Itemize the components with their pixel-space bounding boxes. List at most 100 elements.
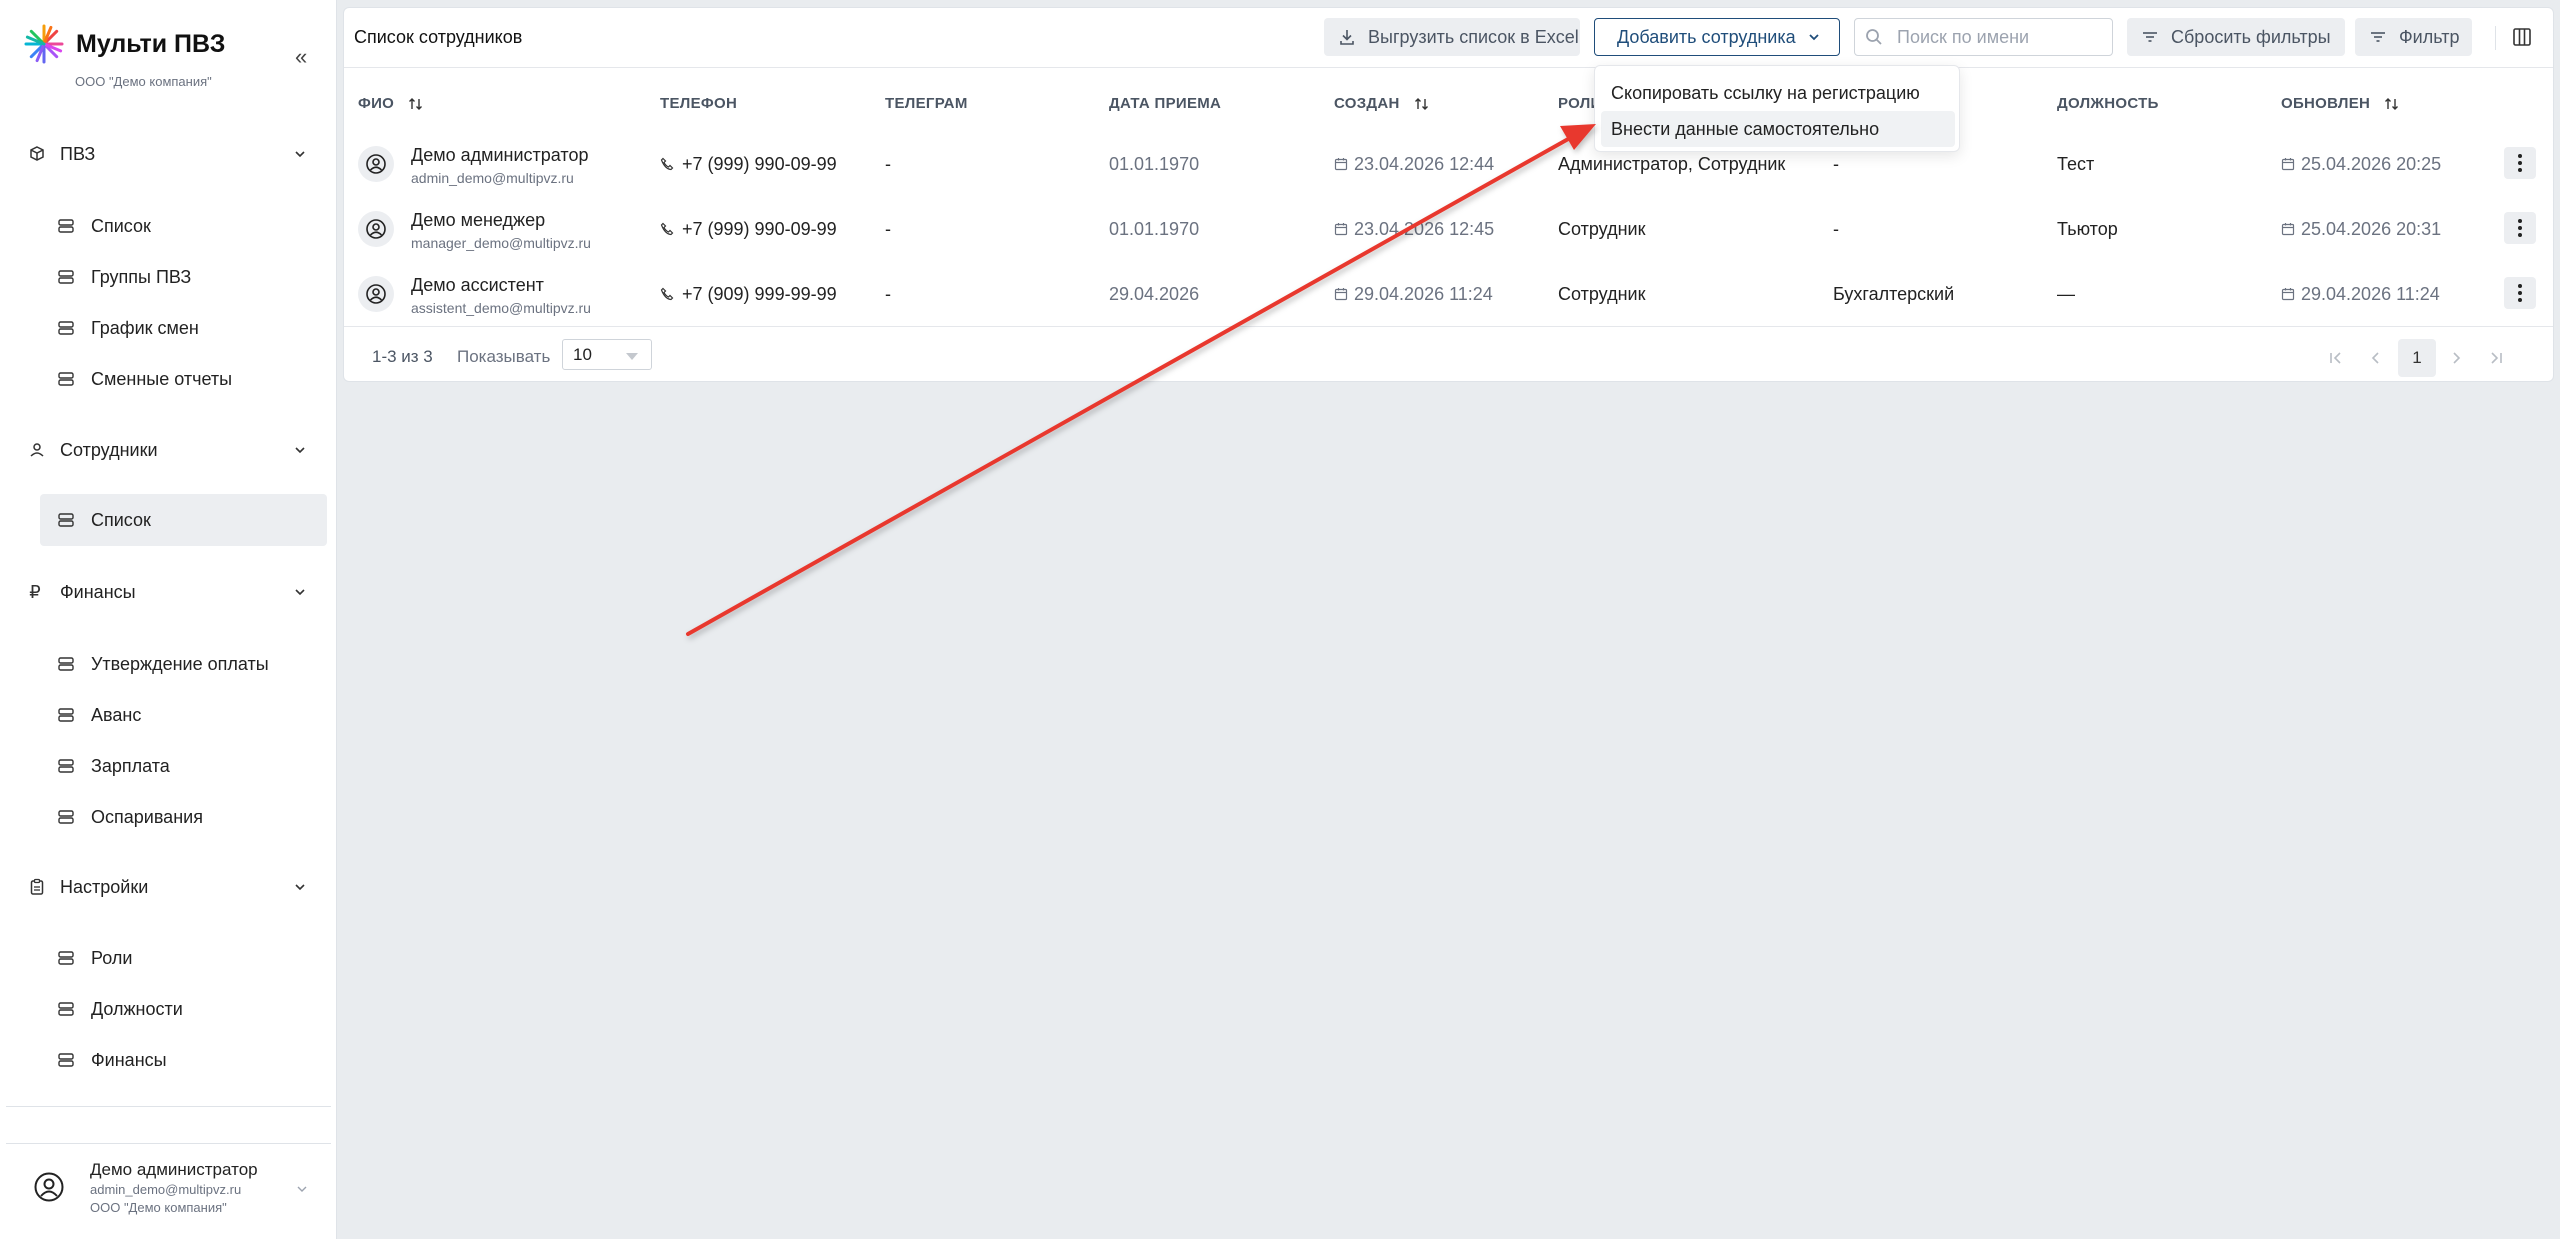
- sidebar-item-advance[interactable]: Аванс: [40, 689, 327, 741]
- column-header-label: СОЗДАН: [1334, 95, 1400, 112]
- nav-group-pvz[interactable]: ПВЗ: [0, 132, 337, 176]
- search-input[interactable]: [1897, 25, 2102, 49]
- chevron-right-icon: [2453, 352, 2461, 364]
- list-icon: [58, 270, 74, 284]
- last-page-button[interactable]: [2477, 339, 2515, 377]
- sidebar-item-label: Утверждение оплаты: [91, 653, 269, 674]
- sidebar-divider: [6, 1106, 331, 1107]
- sidebar-item-pvz-list[interactable]: Список: [40, 200, 327, 252]
- chevron-down-icon: [295, 151, 305, 158]
- more-vertical-icon: [2518, 219, 2522, 237]
- reset-filters-button[interactable]: Сбросить фильтры: [2127, 18, 2345, 56]
- column-header-position: ДОЛЖНОСТЬ: [2057, 95, 2159, 112]
- table-row[interactable]: Демо ассистент assistent_demo@multipvz.r…: [344, 261, 2553, 326]
- filter-button[interactable]: Фильтр: [2355, 18, 2472, 56]
- user-avatar-icon: [366, 219, 386, 239]
- sidebar-item-disputes[interactable]: Оспаривания: [40, 791, 327, 843]
- user-card[interactable]: Демо администратор admin_demo@multipvz.r…: [0, 1145, 337, 1239]
- sidebar-item-roles[interactable]: Роли: [40, 932, 327, 984]
- sort-icon[interactable]: [408, 96, 424, 112]
- list-icon: [58, 219, 74, 233]
- table-footer: 1-3 из 3 Показывать 10 1: [344, 326, 2553, 383]
- chevron-down-icon: [295, 589, 305, 596]
- search-icon: [1866, 29, 1882, 45]
- sidebar-item-shift-schedule[interactable]: График смен: [40, 302, 327, 354]
- sidebar-item-shift-reports[interactable]: Сменные отчеты: [40, 353, 327, 405]
- sidebar-item-positions[interactable]: Должности: [40, 983, 327, 1035]
- last-page-icon: [2491, 352, 2502, 364]
- phone-icon: [660, 222, 674, 236]
- nav-group-label: Сотрудники: [60, 439, 158, 460]
- employee-created: 23.04.2026 12:45: [1334, 219, 1494, 240]
- add-employee-label: Добавить сотрудника: [1617, 26, 1796, 47]
- page-title: Список сотрудников: [354, 27, 523, 47]
- employee-phone-value: +7 (909) 999-99-99: [682, 284, 837, 304]
- logo-icon: [24, 24, 64, 64]
- employee-phone: +7 (999) 990-09-99: [660, 154, 837, 175]
- employee-department: Бухгалтерский: [1833, 284, 1955, 304]
- employee-hire-date: 01.01.1970: [1109, 219, 1200, 239]
- row-actions-button[interactable]: [2504, 147, 2536, 179]
- sidebar-item-settings-finance[interactable]: Финансы: [40, 1034, 327, 1086]
- chevron-down-icon: [295, 447, 305, 454]
- employee-hire-date: 29.04.2026: [1109, 284, 1200, 304]
- sort-icon[interactable]: [1414, 96, 1430, 112]
- columns-icon[interactable]: [2508, 23, 2536, 51]
- employee-created-value: 23.04.2026 12:44: [1354, 154, 1495, 174]
- next-page-button[interactable]: [2437, 339, 2475, 377]
- first-page-button[interactable]: [2317, 339, 2355, 377]
- row-actions-button[interactable]: [2504, 212, 2536, 244]
- employee-position: Тест: [2057, 154, 2095, 174]
- list-icon: [58, 372, 74, 386]
- download-icon: [1340, 30, 1354, 45]
- sidebar-item-payment-approval[interactable]: Утверждение оплаты: [40, 638, 327, 690]
- menu-item-enter-data-manually[interactable]: Внести данные самостоятельно: [1601, 111, 1955, 147]
- employee-roles: Сотрудник: [1558, 219, 1646, 239]
- add-employee-button[interactable]: Добавить сотрудника: [1594, 18, 1840, 56]
- nav-group-finance[interactable]: ₽ Финансы: [0, 570, 337, 614]
- employees-panel: Список сотрудников Выгрузить список в Ex…: [343, 7, 2554, 382]
- export-excel-button[interactable]: Выгрузить список в Excel: [1324, 18, 1580, 56]
- column-header-created[interactable]: СОЗДАН: [1334, 95, 1430, 112]
- phone-icon: [660, 287, 674, 301]
- brand-title: Мульти ПВЗ: [76, 29, 226, 58]
- prev-page-button[interactable]: [2357, 339, 2395, 377]
- nav-group-employees[interactable]: Сотрудники: [0, 428, 337, 472]
- column-header-name[interactable]: ФИО: [358, 95, 424, 112]
- column-header-hire-date: ДАТА ПРИЕМА: [1109, 95, 1221, 112]
- table-row[interactable]: Демо менеджер manager_demo@multipvz.ru +…: [344, 196, 2553, 261]
- table-row[interactable]: Демо администратор admin_demo@multipvz.r…: [344, 131, 2553, 196]
- row-actions-button[interactable]: [2504, 277, 2536, 309]
- employee-roles: Администратор, Сотрудник: [1558, 154, 1786, 174]
- employee-email: admin_demo@multipvz.ru: [411, 170, 574, 186]
- reset-filters-label: Сбросить фильтры: [2171, 26, 2331, 47]
- column-header-label: ТЕЛЕФОН: [660, 95, 738, 112]
- calendar-icon: [2281, 288, 2295, 301]
- nav-group-settings[interactable]: Настройки: [0, 865, 337, 909]
- avatar: [358, 146, 394, 182]
- page-size-select[interactable]: 10: [562, 339, 652, 370]
- search-field[interactable]: [1854, 18, 2113, 56]
- employee-telegram: -: [885, 284, 891, 304]
- sidebar-item-pvz-groups[interactable]: Группы ПВЗ: [40, 251, 327, 303]
- calendar-icon: [1334, 288, 1348, 301]
- brand[interactable]: Мульти ПВЗ: [24, 24, 225, 64]
- sidebar-item-label: График смен: [91, 317, 199, 338]
- list-icon: [58, 759, 74, 773]
- first-page-icon: [2330, 352, 2341, 364]
- user-avatar-icon: [34, 1172, 64, 1202]
- user-icon: [30, 443, 44, 457]
- employee-department: -: [1833, 219, 1839, 239]
- page-number-button[interactable]: 1: [2398, 339, 2436, 377]
- menu-item-copy-registration-link[interactable]: Скопировать ссылку на регистрацию: [1601, 75, 1955, 111]
- employee-updated: 25.04.2026 20:31: [2281, 219, 2441, 240]
- sidebar-item-label: Аванс: [91, 704, 142, 725]
- employee-updated-value: 25.04.2026 20:31: [2301, 219, 2442, 239]
- phone-icon: [660, 157, 674, 171]
- sidebar-item-employees-list[interactable]: Список: [40, 494, 327, 546]
- sort-icon[interactable]: [2384, 96, 2400, 112]
- column-header-updated[interactable]: ОБНОВЛЕН: [2281, 95, 2400, 112]
- collapse-sidebar-icon[interactable]: «: [295, 44, 307, 70]
- sidebar-item-salary[interactable]: Зарплата: [40, 740, 327, 792]
- more-vertical-icon: [2518, 154, 2522, 172]
